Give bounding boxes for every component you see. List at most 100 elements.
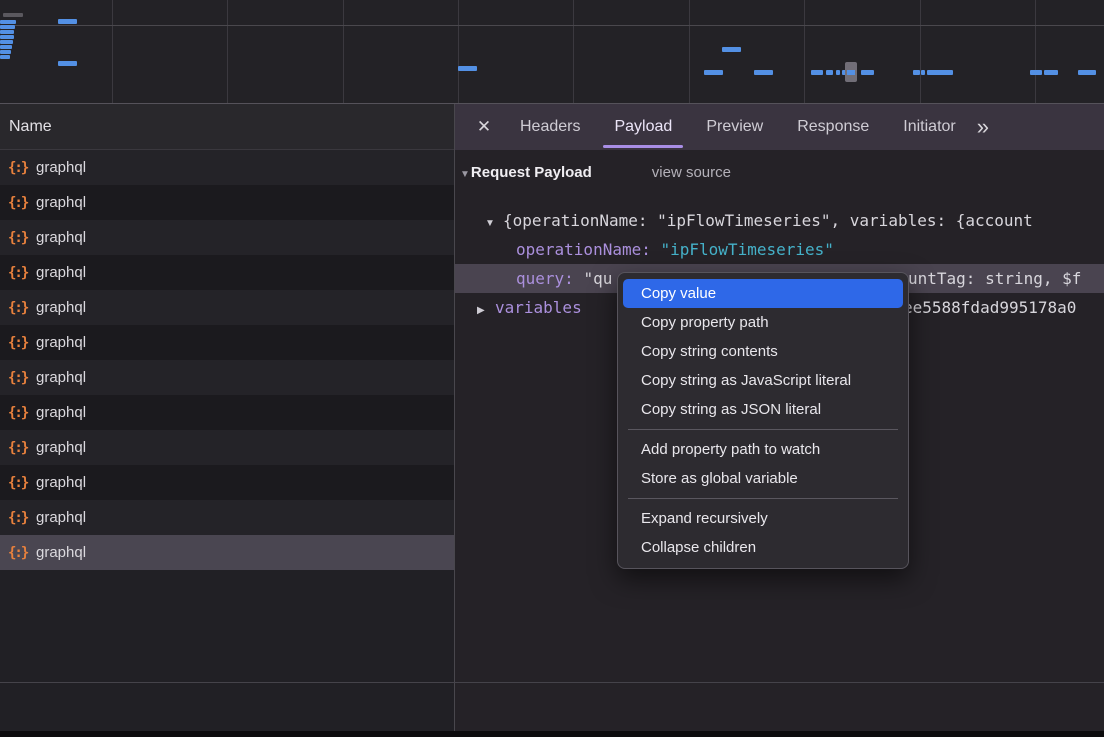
- name-column-header[interactable]: Name: [0, 104, 454, 150]
- request-list-panel: Name graphql graphql graphql graphql gra…: [0, 104, 454, 731]
- context-menu-item[interactable]: Copy string contents: [623, 337, 903, 366]
- fetch-json-icon: [8, 510, 34, 526]
- request-name: graphql: [36, 264, 86, 281]
- context-menu-item[interactable]: Expand recursively: [623, 504, 903, 533]
- tab-label: Response: [797, 118, 869, 135]
- devtools-window: Name graphql graphql graphql graphql gra…: [0, 0, 1110, 740]
- property-key: variables: [495, 298, 582, 317]
- request-row[interactable]: graphql: [0, 255, 454, 290]
- menu-item-label: Store as global variable: [641, 470, 798, 487]
- request-row[interactable]: graphql: [0, 360, 454, 395]
- request-name: graphql: [36, 474, 86, 491]
- property-value-left: "qu: [583, 269, 612, 288]
- operation-name-row[interactable]: operationName: "ipFlowTimeseries": [455, 235, 1104, 264]
- more-tabs-icon[interactable]: »: [977, 104, 989, 150]
- request-timing-bar: [0, 50, 11, 54]
- context-menu-item[interactable]: Copy property path: [623, 308, 903, 337]
- network-overview-timeline[interactable]: [0, 0, 1104, 104]
- request-row[interactable]: graphql: [0, 220, 454, 255]
- request-timing-bar: [826, 70, 833, 75]
- grid-line: [343, 0, 344, 103]
- request-timing-bar: [927, 70, 953, 75]
- request-row[interactable]: graphql: [0, 290, 454, 325]
- request-timing-bar: [458, 66, 477, 71]
- menu-item-label: Copy property path: [641, 314, 769, 331]
- expand-triangle-icon[interactable]: ▶: [477, 296, 495, 322]
- request-timing-bar: [0, 35, 14, 39]
- detail-tab[interactable]: Response: [780, 104, 886, 150]
- request-timing-bar: [58, 61, 77, 66]
- request-timing-bar: [0, 25, 15, 29]
- grid-line: [573, 0, 574, 103]
- property-key: operationName:: [516, 240, 651, 259]
- detail-tab[interactable]: Initiator: [886, 104, 972, 150]
- tab-label: Preview: [706, 118, 763, 135]
- context-menu-item[interactable]: [628, 498, 898, 499]
- request-timing-bar: [722, 47, 741, 52]
- context-menu: Copy value Copy property path Copy strin…: [617, 272, 909, 569]
- request-payload-section-header[interactable]: ▼ Request Payload view source: [460, 164, 731, 181]
- expand-triangle-icon[interactable]: ▼: [485, 209, 503, 235]
- menu-item-label: Copy value: [641, 285, 716, 302]
- grid-line: [458, 0, 459, 103]
- selected-request-bar: [847, 70, 855, 75]
- request-name: graphql: [36, 229, 86, 246]
- close-icon[interactable]: ✕: [465, 117, 503, 137]
- request-timing-bar: [836, 70, 840, 75]
- payload-root-row[interactable]: ▼{operationName: "ipFlowTimeseries", var…: [455, 206, 1104, 235]
- detail-tab[interactable]: Preview: [689, 104, 780, 150]
- request-row[interactable]: graphql: [0, 500, 454, 535]
- request-name: graphql: [36, 369, 86, 386]
- menu-item-label: Copy string as JSON literal: [641, 401, 821, 418]
- request-name: graphql: [36, 194, 86, 211]
- request-name: graphql: [36, 544, 86, 561]
- request-row[interactable]: graphql: [0, 465, 454, 500]
- request-row[interactable]: graphql: [0, 395, 454, 430]
- request-timing-bar: [704, 70, 723, 75]
- request-timing-bar: [3, 13, 23, 17]
- property-value-string: "ipFlowTimeseries": [661, 240, 834, 259]
- context-menu-item[interactable]: Copy value: [623, 279, 903, 308]
- request-timing-bar: [811, 70, 823, 75]
- detail-tab[interactable]: Payload: [597, 104, 689, 150]
- fetch-json-icon: [8, 475, 34, 491]
- context-menu-item[interactable]: Copy string as JavaScript literal: [623, 366, 903, 395]
- fetch-json-icon: [8, 440, 34, 456]
- context-menu-items: Copy value Copy property path Copy strin…: [618, 279, 908, 562]
- property-value-right: ee5588fdad995178a0: [903, 293, 1076, 322]
- fetch-json-icon: [8, 195, 34, 211]
- detail-tab[interactable]: Headers: [503, 104, 597, 150]
- request-timing-bar: [913, 70, 920, 75]
- request-name: graphql: [36, 439, 86, 456]
- summary-divider: [0, 682, 1104, 683]
- tab-label: Headers: [520, 118, 580, 135]
- collapse-triangle-icon[interactable]: ▼: [460, 169, 470, 180]
- request-row[interactable]: graphql: [0, 150, 454, 185]
- menu-item-label: Collapse children: [641, 539, 756, 556]
- tab-label: Initiator: [903, 118, 955, 135]
- view-source-link[interactable]: view source: [652, 164, 731, 181]
- grid-line: [920, 0, 921, 103]
- request-timing-bar: [0, 30, 14, 34]
- object-preview-text: {operationName: "ipFlowTimeseries", vari…: [503, 211, 1033, 230]
- fetch-json-icon: [8, 300, 34, 316]
- request-row[interactable]: graphql: [0, 325, 454, 360]
- request-row[interactable]: graphql: [0, 430, 454, 465]
- request-row[interactable]: graphql: [0, 185, 454, 220]
- grid-line: [689, 0, 690, 103]
- context-menu-item[interactable]: Add property path to watch: [623, 435, 903, 464]
- request-name: graphql: [36, 509, 86, 526]
- fetch-json-icon: [8, 370, 34, 386]
- fetch-json-icon: [8, 230, 34, 246]
- request-timing-bar: [861, 70, 874, 75]
- context-menu-item[interactable]: Store as global variable: [623, 464, 903, 493]
- context-menu-item[interactable]: Copy string as JSON literal: [623, 395, 903, 424]
- grid-line: [227, 0, 228, 103]
- request-timing-bar: [754, 70, 773, 75]
- request-row[interactable]: graphql: [0, 535, 454, 570]
- detail-tab-bar: ✕ Headers Payload Preview Response Initi…: [455, 104, 1104, 150]
- request-name: graphql: [36, 404, 86, 421]
- context-menu-item[interactable]: [628, 429, 898, 430]
- context-menu-item[interactable]: Collapse children: [623, 533, 903, 562]
- property-key: query:: [516, 269, 574, 288]
